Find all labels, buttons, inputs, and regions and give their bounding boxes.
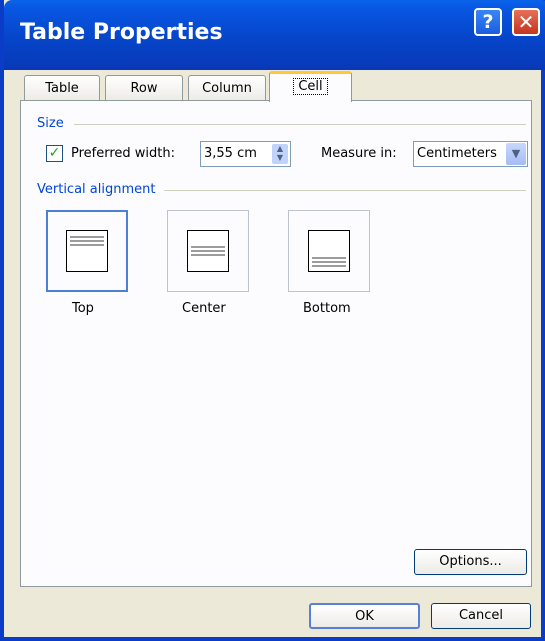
tab-table-label: Table bbox=[45, 81, 79, 96]
tab-cell-label: Cell bbox=[293, 78, 328, 95]
title-bar: Table Properties ? ✕ bbox=[4, 0, 545, 70]
measure-in-value: Centimeters bbox=[417, 146, 497, 161]
spin-up-icon: ▲ bbox=[276, 144, 284, 153]
size-group-label: Size bbox=[37, 116, 70, 131]
chevron-down-icon[interactable]: ▼ bbox=[506, 143, 526, 165]
align-center-icon bbox=[187, 230, 229, 272]
cancel-button[interactable]: Cancel bbox=[431, 603, 531, 629]
align-top-icon bbox=[66, 230, 108, 272]
cancel-button-label: Cancel bbox=[458, 608, 504, 623]
align-top-button[interactable] bbox=[46, 210, 128, 292]
options-button-label: Options... bbox=[439, 554, 502, 569]
align-top-label: Top bbox=[72, 301, 94, 316]
vertical-alignment-divider bbox=[164, 190, 526, 191]
vertical-alignment-label: Vertical alignment bbox=[37, 182, 162, 197]
measure-in-select[interactable]: Centimeters ▼ bbox=[413, 141, 528, 167]
align-center-label: Center bbox=[182, 301, 226, 316]
width-spinner[interactable]: ▲ ▼ bbox=[272, 144, 288, 164]
measure-in-label: Measure in: bbox=[321, 146, 397, 161]
tab-cell[interactable]: Cell bbox=[269, 71, 352, 102]
options-button[interactable]: Options... bbox=[414, 549, 527, 575]
align-bottom-icon bbox=[308, 230, 350, 272]
size-group-divider bbox=[74, 124, 526, 125]
preferred-width-input[interactable]: 3,55 cm ▲ ▼ bbox=[200, 141, 291, 167]
align-center-button[interactable] bbox=[167, 210, 249, 292]
tab-row[interactable]: Row bbox=[105, 75, 183, 101]
align-bottom-label: Bottom bbox=[303, 301, 351, 316]
tab-column-label: Column bbox=[202, 81, 252, 96]
window-title: Table Properties bbox=[20, 20, 223, 45]
tab-row-label: Row bbox=[130, 81, 158, 96]
dialog-window: Table Properties ? ✕ Table Row Column Ce… bbox=[0, 0, 545, 641]
preferred-width-value: 3,55 cm bbox=[204, 146, 257, 161]
ok-button-label: OK bbox=[355, 609, 374, 624]
tab-column[interactable]: Column bbox=[188, 75, 266, 101]
close-icon: ✕ bbox=[517, 10, 535, 34]
ok-button[interactable]: OK bbox=[309, 603, 420, 629]
preferred-width-checkbox[interactable]: ✓ bbox=[46, 145, 63, 162]
tab-table[interactable]: Table bbox=[24, 75, 100, 101]
help-button[interactable]: ? bbox=[474, 8, 502, 36]
preferred-width-label: Preferred width: bbox=[71, 146, 176, 161]
align-bottom-button[interactable] bbox=[288, 210, 370, 292]
cell-tab-panel bbox=[20, 100, 532, 587]
checkmark-icon: ✓ bbox=[48, 145, 61, 161]
spin-down-icon: ▼ bbox=[276, 153, 284, 162]
help-icon: ? bbox=[482, 11, 494, 33]
close-button[interactable]: ✕ bbox=[512, 8, 540, 36]
